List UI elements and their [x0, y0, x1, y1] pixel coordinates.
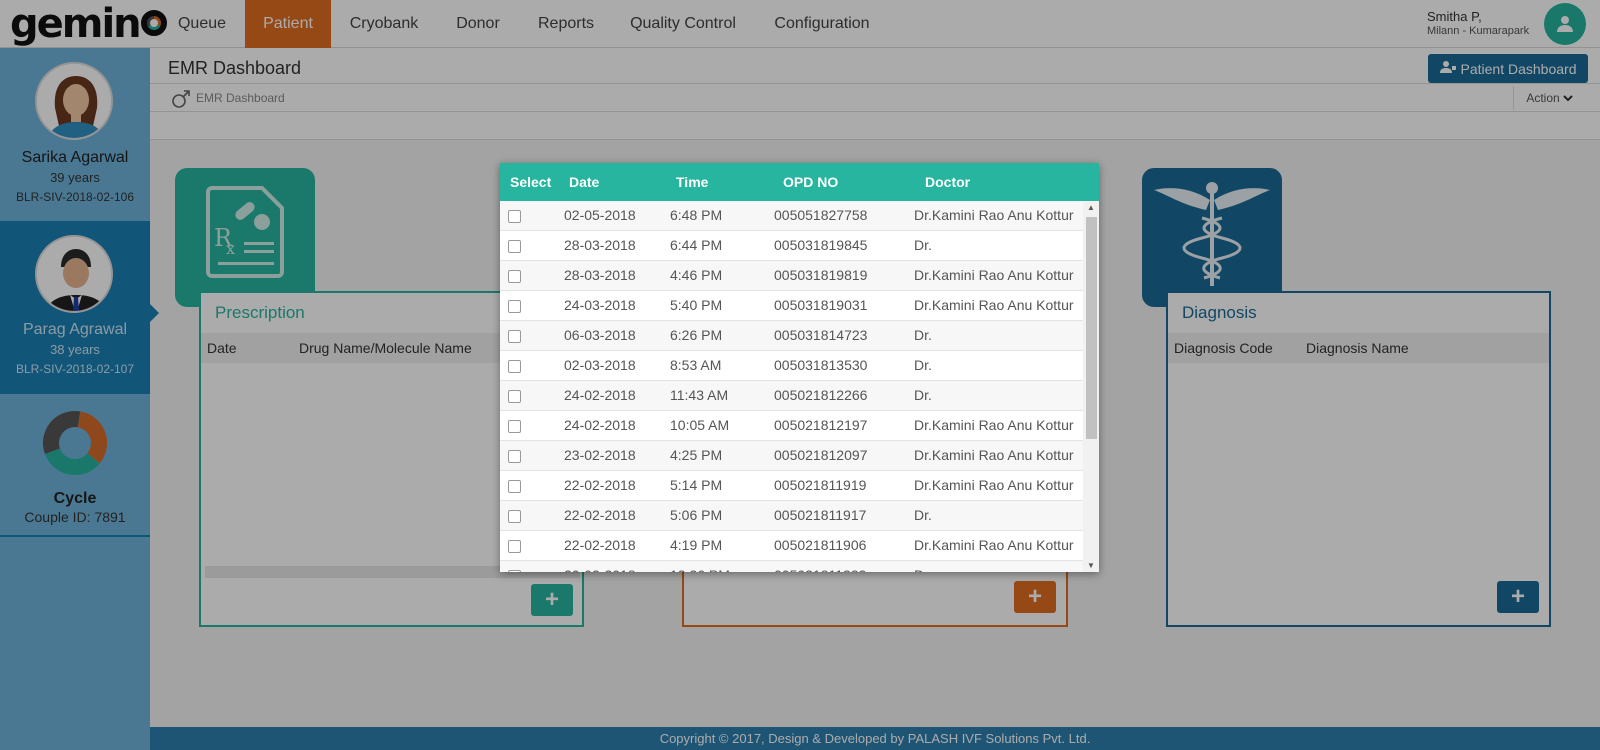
- row-doctor: Dr.: [914, 357, 932, 373]
- row-opd-no: 005051827758: [774, 207, 868, 223]
- vertical-scrollbar[interactable]: ▲ ▼: [1083, 201, 1099, 572]
- row-opd-no: 005031819845: [774, 237, 868, 253]
- select-checkbox[interactable]: [508, 240, 521, 253]
- row-opd-no: 005021811919: [774, 477, 867, 493]
- table-row[interactable]: 22-02-2018 5:14 PM 005021811919 Dr.Kamini R…: [500, 471, 1083, 501]
- select-checkbox[interactable]: [508, 450, 521, 463]
- row-time: 10:05 AM: [670, 417, 730, 433]
- row-doctor: Dr.: [914, 237, 932, 253]
- select-checkbox[interactable]: [508, 570, 521, 572]
- row-date: 02-03-2018: [564, 357, 636, 373]
- row-date: 28-03-2018: [564, 267, 636, 283]
- row-time: 4:19 PM: [670, 537, 723, 553]
- row-time: 4:25 PM: [670, 447, 723, 463]
- column-time: Time: [676, 174, 709, 190]
- visit-select-modal: Select Date Time OPD NO Doctor 02-05-201…: [500, 163, 1099, 572]
- table-row[interactable]: 02-03-2018 8:53 AM 005031813530 Dr.: [500, 351, 1083, 381]
- row-opd-no: 005031813530: [774, 357, 868, 373]
- select-checkbox[interactable]: [508, 480, 521, 493]
- row-opd-no: 005021812097: [774, 447, 868, 463]
- row-doctor: Dr.: [914, 507, 932, 523]
- row-time: 4:46 PM: [670, 267, 723, 283]
- select-checkbox[interactable]: [508, 360, 521, 373]
- scroll-down-icon[interactable]: ▼: [1087, 561, 1095, 570]
- row-opd-no: 005021811333: [774, 567, 866, 572]
- row-time: 11:43 AM: [670, 387, 729, 403]
- row-time: 5:14 PM: [670, 477, 723, 493]
- row-date: 06-03-2018: [564, 327, 636, 343]
- select-checkbox[interactable]: [508, 510, 521, 523]
- select-checkbox[interactable]: [508, 540, 521, 553]
- modal-table-header: Select Date Time OPD NO Doctor: [500, 163, 1099, 201]
- row-doctor: Dr.Kamini Rao Anu Kottur: [914, 267, 1074, 283]
- row-opd-no: 005021811906: [774, 537, 867, 553]
- row-date: 20-02-2018: [564, 567, 636, 572]
- row-opd-no: 005031814723: [774, 327, 868, 343]
- row-time: 6:48 PM: [670, 207, 723, 223]
- scrollbar-thumb[interactable]: [1086, 217, 1097, 439]
- column-select: Select: [510, 174, 552, 190]
- select-checkbox[interactable]: [508, 330, 521, 343]
- row-opd-no: 005021811917: [774, 507, 867, 523]
- row-time: 5:06 PM: [670, 507, 723, 523]
- row-date: 28-03-2018: [564, 237, 636, 253]
- column-doctor: Doctor: [925, 174, 971, 190]
- row-date: 24-02-2018: [564, 417, 636, 433]
- row-opd-no: 005031819031: [774, 297, 868, 313]
- table-row[interactable]: 22-02-2018 4:19 PM 005021811906 Dr.Kamini R…: [500, 531, 1083, 561]
- row-doctor: Dr.: [914, 567, 932, 572]
- table-row[interactable]: 28-03-2018 4:46 PM 005031819819 Dr.Kamini R…: [500, 261, 1083, 291]
- select-checkbox[interactable]: [508, 390, 521, 403]
- modal-table-body: 02-05-2018 6:48 PM 005051827758 Dr.Kamini R…: [500, 201, 1083, 572]
- row-doctor: Dr.Kamini Rao Anu Kottur: [914, 537, 1074, 553]
- select-checkbox[interactable]: [508, 300, 521, 313]
- row-time: 6:26 PM: [670, 327, 723, 343]
- table-row[interactable]: 24-02-2018 11:43 AM 005021812266 Dr.: [500, 381, 1083, 411]
- row-doctor: Dr.: [914, 327, 932, 343]
- row-doctor: Dr.Kamini Rao Anu Kottur: [914, 297, 1074, 313]
- table-row[interactable]: 24-02-2018 10:05 AM 005021812197 Dr.Kamini …: [500, 411, 1083, 441]
- row-opd-no: 005021812266: [774, 387, 868, 403]
- select-checkbox[interactable]: [508, 210, 521, 223]
- row-date: 22-02-2018: [564, 537, 636, 553]
- select-checkbox[interactable]: [508, 270, 521, 283]
- table-row[interactable]: 22-02-2018 5:06 PM 005021811917 Dr.: [500, 501, 1083, 531]
- row-date: 22-02-2018: [564, 507, 636, 523]
- table-row[interactable]: 28-03-2018 6:44 PM 005031819845 Dr.: [500, 231, 1083, 261]
- row-doctor: Dr.Kamini Rao Anu Kottur: [914, 207, 1074, 223]
- table-row[interactable]: 24-03-2018 5:40 PM 005031819031 Dr.Kamini R…: [500, 291, 1083, 321]
- row-time: 5:40 PM: [670, 297, 723, 313]
- table-row[interactable]: 06-03-2018 6:26 PM 005031814723 Dr.: [500, 321, 1083, 351]
- row-date: 02-05-2018: [564, 207, 636, 223]
- row-doctor: Dr.: [914, 387, 932, 403]
- row-time: 12:36 PM: [670, 567, 730, 572]
- row-date: 22-02-2018: [564, 477, 636, 493]
- row-doctor: Dr.Kamini Rao Anu Kottur: [914, 417, 1074, 433]
- row-doctor: Dr.Kamini Rao Anu Kottur: [914, 447, 1074, 463]
- column-date: Date: [569, 174, 600, 190]
- row-time: 6:44 PM: [670, 237, 723, 253]
- column-opd-no: OPD NO: [783, 174, 839, 190]
- table-row[interactable]: 02-05-2018 6:48 PM 005051827758 Dr.Kamini R…: [500, 201, 1083, 231]
- row-date: 24-03-2018: [564, 297, 636, 313]
- row-date: 24-02-2018: [564, 387, 636, 403]
- row-doctor: Dr.Kamini Rao Anu Kottur: [914, 477, 1074, 493]
- row-date: 23-02-2018: [564, 447, 636, 463]
- table-row[interactable]: 23-02-2018 4:25 PM 005021812097 Dr.Kamini R…: [500, 441, 1083, 471]
- table-row[interactable]: 20-02-2018 12:36 PM 005021811333 Dr.: [500, 561, 1083, 572]
- row-time: 8:53 AM: [670, 357, 722, 373]
- row-opd-no: 005031819819: [774, 267, 868, 283]
- scroll-up-icon[interactable]: ▲: [1087, 203, 1095, 212]
- select-checkbox[interactable]: [508, 420, 521, 433]
- row-opd-no: 005021812197: [774, 417, 868, 433]
